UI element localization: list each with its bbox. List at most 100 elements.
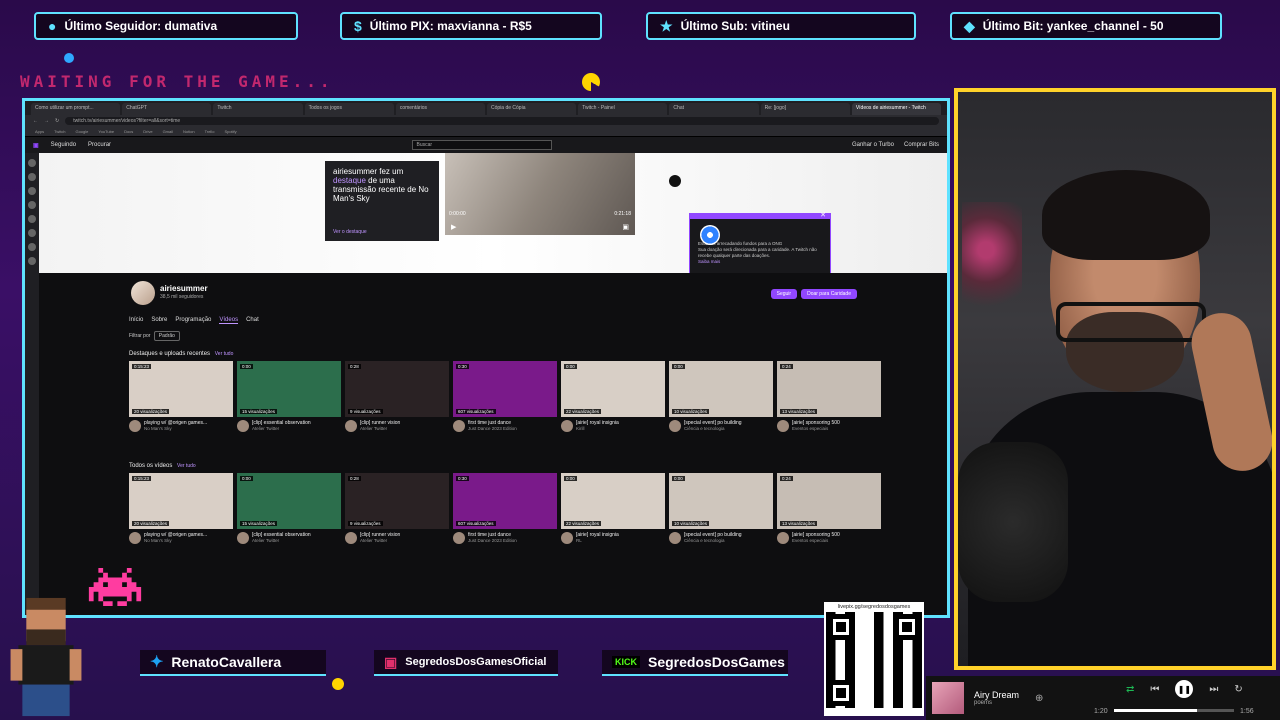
video-thumbnail[interactable]: 0:28 9 visualizações <box>345 473 449 529</box>
video-card[interactable]: 0:24 13 visualizações [airie] sponsoring 5… <box>777 473 881 544</box>
close-icon[interactable]: ✕ <box>820 212 826 219</box>
avatar[interactable] <box>131 281 155 305</box>
channel-avatar[interactable] <box>129 420 141 432</box>
video-card[interactable]: 0:15:23 20 visualizações playing w/ @orige… <box>129 473 233 544</box>
turbo-button[interactable]: Ganhar o Turbo <box>852 142 894 148</box>
nav-following[interactable]: Seguindo <box>51 142 76 148</box>
video-thumbnail[interactable]: 0:00 15 visualizações <box>237 361 341 417</box>
buy-bits-button[interactable]: Comprar Bits <box>904 142 939 148</box>
channel-tab[interactable]: Programação <box>175 317 211 324</box>
bookmark-item[interactable]: Docs <box>124 129 133 134</box>
channel-avatar[interactable] <box>28 159 36 167</box>
channel-tab[interactable]: Sobre <box>151 317 167 324</box>
channel-tab[interactable]: Início <box>129 317 143 324</box>
video-category[interactable]: No Man's Sky <box>144 426 207 431</box>
browser-tab[interactable]: Todos os jogos <box>304 103 394 115</box>
video-thumbnail[interactable]: 0:00 15 visualizações <box>237 473 341 529</box>
browser-tab[interactable]: Como utilizar um prompt... <box>31 103 121 115</box>
video-category[interactable]: Eventos especiais <box>792 538 840 543</box>
video-card[interactable]: 0:30 607 visualizações first time just dan… <box>453 473 557 544</box>
shuffle-icon[interactable]: ⇄ <box>1126 684 1134 695</box>
feature-link[interactable]: Ver o destaque <box>333 229 367 235</box>
channel-avatar[interactable] <box>453 420 465 432</box>
channel-name[interactable]: airiesummer <box>160 284 208 293</box>
browser-tab[interactable]: comentários <box>395 103 486 115</box>
bookmark-item[interactable]: Twitch <box>54 129 65 134</box>
video-category[interactable]: Eventos especiais <box>792 426 840 431</box>
channel-avatar[interactable] <box>345 420 357 432</box>
video-thumbnail[interactable]: 0:24 13 visualizações <box>777 361 881 417</box>
channel-avatar[interactable] <box>28 201 36 209</box>
video-thumbnail[interactable]: 0:30 607 visualizações <box>453 361 557 417</box>
video-thumbnail[interactable]: 0:00 10 visualizações <box>669 361 773 417</box>
channel-tab[interactable]: Chat <box>246 317 259 324</box>
section-all-link[interactable]: Ver tudo <box>177 463 196 469</box>
video-card[interactable]: 0:30 607 visualizações first time just dan… <box>453 361 557 432</box>
next-icon[interactable]: ⏭ <box>1209 684 1218 695</box>
browser-tab[interactable]: Re: [jogo] <box>760 103 850 115</box>
add-icon[interactable]: ⊕ <box>1035 693 1043 704</box>
bookmark-item[interactable]: Gmail <box>163 129 173 134</box>
browser-tab[interactable]: Cópia de Cópia <box>487 103 577 115</box>
feature-video-player[interactable]: 0:00:00 0:21:18 ▶ ▣ <box>445 153 635 235</box>
feature-highlight[interactable]: destaque <box>333 176 366 185</box>
browser-tab[interactable]: Vídeos de airiesummer - Twitch <box>851 103 942 115</box>
donate-button[interactable]: Doar para Caridade <box>801 289 857 299</box>
channel-avatar[interactable] <box>345 532 357 544</box>
previous-icon[interactable]: ⏮ <box>1150 684 1159 695</box>
channel-avatar[interactable] <box>129 532 141 544</box>
play-icon[interactable]: ▶ <box>451 223 456 231</box>
video-card[interactable]: 0:00 15 visualizações [clip] essential obs… <box>237 361 341 432</box>
video-card[interactable]: 0:00 22 visualizações [airie] royal insign… <box>561 361 665 432</box>
search-input[interactable]: Buscar <box>411 140 552 150</box>
popup-link[interactable]: Saiba mais <box>698 259 822 265</box>
channel-avatar[interactable] <box>28 173 36 181</box>
video-category[interactable]: Atelier Twitter <box>252 538 311 543</box>
video-category[interactable]: Ciência e tecnologia <box>684 426 742 431</box>
channel-avatar[interactable] <box>28 215 36 223</box>
fullscreen-icon[interactable]: ▣ <box>622 223 629 231</box>
video-card[interactable]: 0:00 15 visualizações [clip] essential obs… <box>237 473 341 544</box>
pause-icon[interactable]: ❚❚ <box>1175 680 1194 698</box>
filter-select[interactable]: Padrão <box>153 331 180 341</box>
forward-icon[interactable]: → <box>44 118 49 124</box>
bookmark-item[interactable]: YouTube <box>98 129 114 134</box>
video-category[interactable]: No Man's Sky <box>144 538 207 543</box>
video-category[interactable]: Atelier Twitter <box>360 426 400 431</box>
channel-avatar[interactable] <box>237 532 249 544</box>
video-category[interactable]: Kirill <box>576 426 619 431</box>
video-thumbnail[interactable]: 0:00 22 visualizações <box>561 473 665 529</box>
video-card[interactable]: 0:15:23 20 visualizações playing w/ @orige… <box>129 361 233 432</box>
video-category[interactable]: Just Dance 2023 Edition <box>468 538 517 543</box>
twitch-logo-icon[interactable]: ▣ <box>33 142 39 149</box>
section-highlights-link[interactable]: Ver tudo <box>215 351 234 357</box>
video-card[interactable]: 0:00 22 visualizações [airie] royal insign… <box>561 473 665 544</box>
video-thumbnail[interactable]: 0:00 10 visualizações <box>669 473 773 529</box>
video-card[interactable]: 0:00 10 visualizações [special event] po b… <box>669 473 773 544</box>
channel-avatar[interactable] <box>561 532 573 544</box>
video-card[interactable]: 0:24 13 visualizações [airie] sponsoring 5… <box>777 361 881 432</box>
bookmark-item[interactable]: Notion <box>183 129 195 134</box>
video-thumbnail[interactable]: 0:24 13 visualizações <box>777 473 881 529</box>
channel-avatar[interactable] <box>453 532 465 544</box>
reload-icon[interactable]: ↻ <box>55 118 59 124</box>
url-input[interactable]: twitch.tv/airiesummer/videos?filter=all&… <box>65 117 939 125</box>
video-card[interactable]: 0:28 9 visualizações [clip] runner vision A… <box>345 473 449 544</box>
repeat-icon[interactable]: ↻ <box>1234 684 1242 695</box>
video-category[interactable]: Just Dance 2023 Edition <box>468 426 517 431</box>
video-card[interactable]: 0:28 9 visualizações [clip] runner vision A… <box>345 361 449 432</box>
video-category[interactable]: RL <box>576 538 619 543</box>
channel-avatar[interactable] <box>28 187 36 195</box>
video-title[interactable]: [airie] royal insignia <box>576 532 619 538</box>
channel-tab[interactable]: Vídeos <box>219 317 239 324</box>
bookmark-item[interactable]: Trello <box>205 129 215 134</box>
follow-button[interactable]: Seguir <box>770 289 798 299</box>
browser-tab[interactable]: Chat <box>669 103 759 115</box>
bookmark-item[interactable]: Spotify <box>224 129 236 134</box>
next-arrow-icon[interactable] <box>669 175 681 187</box>
channel-avatar[interactable] <box>669 532 681 544</box>
video-category[interactable]: Ciência e tecnologia <box>684 538 742 543</box>
bookmark-item[interactable]: Drive <box>143 129 152 134</box>
channel-avatar[interactable] <box>777 420 789 432</box>
channel-avatar[interactable] <box>669 420 681 432</box>
